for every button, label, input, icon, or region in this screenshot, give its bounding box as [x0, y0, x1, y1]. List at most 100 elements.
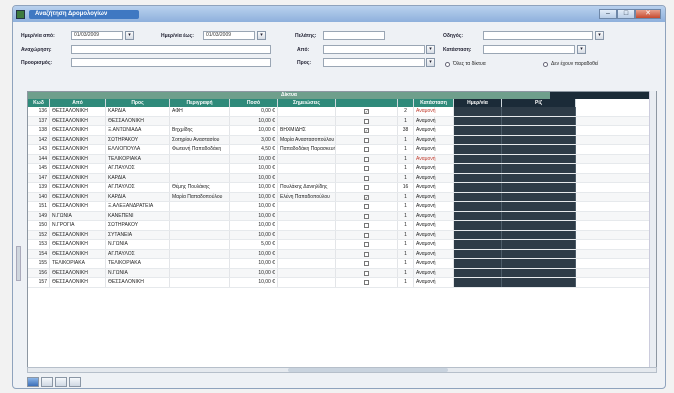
- column-header-row: Κωδ Από Προς Περιγραφή Ποσό Σημειώσεις Κατάστα…: [28, 99, 656, 107]
- table-row[interactable]: 150 Ν.ΓΡΟΓΙΑ ΣΩΤΗΡΑΚΟΥ 10,00 € 1 Αναμονή: [28, 221, 656, 231]
- column-header[interactable]: Ημερ/νία: [454, 99, 502, 107]
- driver-input[interactable]: [483, 31, 593, 40]
- column-header[interactable]: Από: [50, 99, 106, 107]
- column-header[interactable]: Σημειώσεις: [278, 99, 336, 107]
- table-row[interactable]: 137 ΘΕΣΣΑΛΟΝΙΚΗ ΘΕΣΣΑΛΟΝΙΚΗ 10,00 €1 Αναμονή: [28, 116, 656, 126]
- row-checkbox[interactable]: [364, 280, 369, 285]
- row-checkbox[interactable]: ✓: [364, 194, 369, 200]
- cell-id: 138: [28, 126, 50, 135]
- cell-check: [336, 135, 398, 144]
- column-header[interactable]: Κωδ: [28, 99, 50, 107]
- cell-check: ✓: [336, 192, 398, 201]
- column-header[interactable]: Κατάσταση: [414, 99, 454, 107]
- cell-to: ΚΑΝΕΠΕΝΙ: [106, 211, 170, 220]
- column-header[interactable]: [336, 99, 398, 107]
- cell-dark: [454, 183, 502, 192]
- table-row[interactable]: 139 ΘΕΣΣΑΛΟΝΙΚΗ ΑΓ.ΠΑΥΛΟΣ Θέμης Πουλάκης 10,…: [28, 183, 656, 193]
- cell-amt: 10,00 €: [230, 221, 278, 230]
- row-checkbox[interactable]: [364, 175, 369, 181]
- row-checkbox[interactable]: [364, 251, 369, 257]
- cell-to: ΚΑΡΔΙΑ: [106, 192, 170, 201]
- row-checkbox[interactable]: [364, 213, 369, 219]
- table-row[interactable]: 156 ΘΕΣΣΑΛΟΝΙΚΗ Ν.ΓΩΝΙΑ 10,00 € 1 Αναμονή: [28, 268, 656, 278]
- cell-amt: 10,00 €: [230, 278, 278, 287]
- destination-input[interactable]: [71, 58, 271, 67]
- cell-desc: [170, 164, 230, 173]
- row-checkbox[interactable]: ✓: [364, 109, 369, 114]
- table-row[interactable]: 147 ΘΕΣΣΑΛΟΝΙΚΗ ΚΑΡΔΙΑ 10,00 € 1 Αναμονή: [28, 173, 656, 183]
- radio-other-circle[interactable]: [543, 61, 548, 67]
- cell-desc: [170, 249, 230, 258]
- cell-dark: [454, 107, 502, 116]
- cell-desc: [170, 240, 230, 249]
- table-row[interactable]: 144 ΘΕΣΣΑΛΟΝΙΚΗ ΤΕΛΙΚΟΡΙΑΚΑ 10,00 € 1 Αναμονή: [28, 154, 656, 164]
- row-checkbox[interactable]: [364, 118, 369, 124]
- cell-status: Αναμονή: [414, 107, 454, 116]
- cell-status: Αναμονή: [414, 230, 454, 239]
- date-from-input[interactable]: 01/03/2009: [71, 31, 123, 40]
- table-row[interactable]: 149 Ν.ΓΩΝΙΑ ΚΑΝΕΠΕΝΙ 10,00 € 1 Αναμονή: [28, 211, 656, 221]
- category-input[interactable]: [483, 45, 575, 54]
- row-checkbox[interactable]: [364, 137, 369, 143]
- table-row[interactable]: 151 ΘΕΣΣΑΛΟΝΙΚΗ Ξ.ΑΛΕΞΑΝΔΡΑΤΕΙΑ 10,00 € 1 Ανα…: [28, 202, 656, 212]
- driver-dropdown[interactable]: ▾: [595, 31, 604, 40]
- row-checkbox[interactable]: [364, 223, 369, 228]
- row-checkbox[interactable]: [364, 147, 369, 152]
- row-checkbox[interactable]: [364, 185, 369, 190]
- table-row[interactable]: 145 ΘΕΣΣΑΛΟΝΙΚΗ ΑΓ.ΠΑΥΛΟΣ 10,00 € 1 Αναμονή: [28, 164, 656, 174]
- row-checkbox[interactable]: [364, 242, 369, 247]
- date-to-input[interactable]: 01/03/2009: [203, 31, 255, 40]
- client-input[interactable]: [323, 31, 385, 40]
- column-header[interactable]: [398, 99, 414, 107]
- maximize-button[interactable]: □: [617, 9, 635, 19]
- scroll-thumb[interactable]: [288, 368, 448, 372]
- row-checkbox[interactable]: [364, 166, 369, 171]
- cell-amt: 10,00 €: [230, 126, 278, 135]
- to-input[interactable]: [323, 58, 425, 67]
- table-row[interactable]: 152 ΘΕΣΣΑΛΟΝΙΚΗ ΣΥΤΑΝΕΙΑ 10,00 € 1 Αναμονή: [28, 230, 656, 240]
- cell-check: [336, 249, 398, 258]
- table-row[interactable]: 155 ΤΕΛΙΚΟΡΙΑΚΑ ΤΕΛΙΚΟΡΙΑΚΑ 10,00 €1 Αναμονή: [28, 259, 656, 269]
- to-dropdown[interactable]: ▾: [426, 58, 435, 67]
- cell-desc: [170, 278, 230, 287]
- table-row[interactable]: 157 ΘΕΣΣΑΛΟΝΙΚΗ ΘΕΣΣΑΛΟΝΙΚΗ 10,00 €1 Αναμονή: [28, 278, 656, 288]
- date-from-dropdown[interactable]: ▾: [125, 31, 134, 40]
- radio-all-circle[interactable]: [445, 61, 450, 67]
- category-dropdown[interactable]: ▾: [577, 45, 586, 54]
- table-row[interactable]: 138 ΘΕΣΣΑΛΟΝΙΚΗ Ξ.ΑΝΤΩΝΙΑΔΑ Βηχμίδης 10,00 €…: [28, 126, 656, 136]
- from-input[interactable]: [323, 45, 425, 54]
- minimize-button[interactable]: –: [599, 9, 617, 19]
- view-export-button[interactable]: [69, 377, 81, 387]
- column-header[interactable]: Ποσό: [230, 99, 278, 107]
- vertical-scrollbar[interactable]: [649, 91, 656, 367]
- radio-other[interactable]: Δεν έχουν παραδοθεί: [543, 61, 598, 67]
- view-print-button[interactable]: [55, 377, 67, 387]
- row-checkbox[interactable]: [364, 232, 369, 238]
- row-checkbox[interactable]: [364, 270, 369, 276]
- column-header[interactable]: Περιγραφή: [170, 99, 230, 107]
- departure-input[interactable]: [71, 45, 271, 54]
- date-from-label: Ημερ/νία από:: [21, 33, 55, 39]
- date-to-dropdown[interactable]: ▾: [257, 31, 266, 40]
- horizontal-scrollbar[interactable]: [27, 367, 657, 373]
- table-row[interactable]: 154 ΘΕΣΣΑΛΟΝΙΚΗ ΑΓ.ΠΑΥΛΟΣ 10,00 € 1 Αναμονή: [28, 249, 656, 259]
- table-row[interactable]: 136 ΘΕΣΣΑΛΟΝΙΚΗ ΚΑΡΔΙΑ ΑΦΗ 0,00 € ✓ 2 Αναμονή: [28, 107, 656, 117]
- row-checkbox[interactable]: [364, 156, 369, 162]
- radio-all[interactable]: Όλες τα δίκτυα: [445, 61, 486, 67]
- column-header[interactable]: Ρίζ: [502, 99, 576, 107]
- table-row[interactable]: 142 ΘΕΣΣΑΛΟΝΙΚΗ ΣΩΤΗΡΑΚΟΥ Σοτηρίου Αναστασί…: [28, 135, 656, 145]
- column-header[interactable]: Προς: [106, 99, 170, 107]
- row-checkbox[interactable]: [364, 204, 369, 209]
- table-row[interactable]: 153 ΘΕΣΣΑΛΟΝΙΚΗ Ν.ΓΩΝΙΑ 5,00 € 1 Αναμονή: [28, 240, 656, 250]
- view-grid-button[interactable]: [27, 377, 39, 387]
- close-button[interactable]: ✕: [635, 9, 661, 19]
- from-dropdown[interactable]: ▾: [426, 45, 435, 54]
- row-checkbox[interactable]: ✓: [364, 128, 369, 133]
- left-splitter[interactable]: [16, 246, 21, 281]
- view-list-button[interactable]: [41, 377, 53, 387]
- table-row[interactable]: 143 ΘΕΣΣΑΛΟΝΙΚΗ ΕΛΛΙΟΠΟΥΛΑ Φωτεινή Παπαδοδά…: [28, 145, 656, 155]
- cell-dark: [502, 278, 576, 287]
- table-row[interactable]: 140 ΘΕΣΣΑΛΟΝΙΚΗ ΚΑΡΔΙΑ Μαρία Παπαδοπούλου 10…: [28, 192, 656, 202]
- cell-id: 153: [28, 240, 50, 249]
- row-checkbox[interactable]: [364, 261, 369, 266]
